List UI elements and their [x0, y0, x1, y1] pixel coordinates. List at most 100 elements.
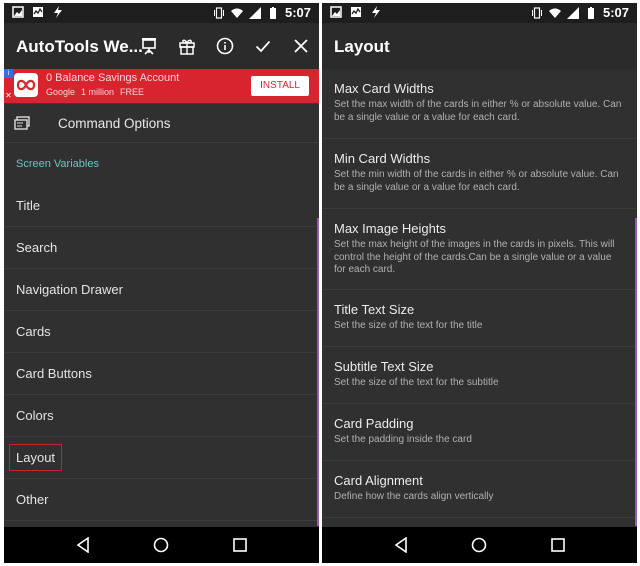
- gift-icon: [179, 39, 195, 55]
- image-notification-icon: [330, 6, 342, 18]
- home-icon: [154, 537, 169, 553]
- recents-button[interactable]: [546, 533, 570, 557]
- item-label: Search: [16, 240, 58, 255]
- item-label: Card Buttons: [16, 366, 92, 381]
- item-other[interactable]: Other: [4, 479, 319, 521]
- status-time: 5:07: [284, 5, 311, 20]
- item-label: Layout: [9, 444, 63, 471]
- ad-banner[interactable]: i ✕ 0 Balance Savings Account Google 1 m…: [4, 69, 319, 103]
- item-title[interactable]: Title: [4, 185, 319, 227]
- info-icon: [216, 37, 234, 55]
- item-label: Cards: [16, 324, 51, 339]
- ad-logo: [14, 73, 38, 97]
- info-button[interactable]: [213, 35, 237, 57]
- scrollbar[interactable]: [635, 218, 637, 526]
- item-colors[interactable]: Colors: [4, 395, 319, 437]
- command-options-row[interactable]: Command Options: [4, 103, 319, 143]
- close-button[interactable]: [289, 35, 313, 57]
- item-label: Other: [16, 492, 49, 507]
- pref-description: Set the min width of the cards in either…: [334, 169, 619, 193]
- ad-publisher: Google: [46, 87, 76, 97]
- pref-description: Set the size of the text for the title: [334, 320, 483, 331]
- item-label: Title: [16, 198, 41, 213]
- pref-min-card-widths[interactable]: Min Card Widths Set the min width of the…: [322, 139, 637, 209]
- nav-bar: [4, 527, 319, 563]
- pref-title: Card Padding: [334, 416, 414, 431]
- pref-max-card-widths[interactable]: Max Card Widths Set the max width of the…: [322, 69, 637, 139]
- item-label: Colors: [16, 408, 54, 423]
- signal-icon: [248, 6, 261, 19]
- ad-title: 0 Balance Savings Account: [46, 72, 180, 84]
- item-label: Navigation Drawer: [16, 282, 123, 297]
- item-navigation-drawer[interactable]: Navigation Drawer: [4, 269, 319, 311]
- check-icon: [255, 40, 271, 53]
- item-search[interactable]: Search: [4, 227, 319, 269]
- recents-button[interactable]: [228, 533, 252, 557]
- pref-title: Card Alignment: [334, 473, 423, 488]
- item-card-buttons[interactable]: Card Buttons: [4, 353, 319, 395]
- screen-title: Layout: [334, 37, 390, 56]
- vibrate-icon: [213, 6, 224, 19]
- lightning-icon: [54, 6, 62, 18]
- status-time: 5:07: [602, 5, 629, 20]
- status-bar: 5:07: [322, 3, 637, 23]
- pref-description: Set the max height of the images in the …: [334, 239, 615, 275]
- section-header: Screen Variables: [16, 158, 99, 170]
- nav-bar: [322, 527, 637, 563]
- wifi-icon: [230, 8, 243, 18]
- left-screen: 5:07 AutoTools We... i ✕ 0 Balance Savin…: [4, 3, 319, 563]
- pref-title: Max Card Widths: [334, 81, 434, 96]
- presentation-icon: [142, 38, 156, 55]
- ad-price: FREE: [120, 87, 145, 97]
- item-layout[interactable]: Layout: [4, 437, 319, 479]
- pref-description: Set the size of the text for the subtitl…: [334, 377, 499, 388]
- wifi-icon: [548, 8, 561, 18]
- pref-description: Set the padding inside the card: [334, 434, 472, 445]
- back-button[interactable]: [389, 533, 413, 557]
- pref-title: Subtitle Text Size: [334, 359, 434, 374]
- battery-icon: [587, 6, 594, 19]
- activity-notification-icon: [351, 7, 361, 17]
- app-title: AutoTools We...: [16, 37, 143, 56]
- pref-description: Define how the cards align vertically: [334, 491, 494, 502]
- back-icon: [394, 537, 407, 553]
- recents-icon: [233, 538, 247, 552]
- home-button[interactable]: [467, 533, 491, 557]
- activity-notification-icon: [33, 7, 43, 17]
- home-button[interactable]: [149, 533, 173, 557]
- app-bar: AutoTools We...: [4, 23, 319, 69]
- home-icon: [472, 537, 487, 553]
- gift-button[interactable]: [175, 35, 199, 57]
- pref-title: Title Text Size: [334, 302, 415, 317]
- signal-icon: [566, 6, 579, 19]
- status-bar: 5:07: [4, 3, 319, 23]
- right-screen: 5:07 Layout Max Card Widths Set the max …: [322, 3, 637, 563]
- image-notification-icon: [12, 6, 24, 18]
- back-icon: [76, 537, 89, 553]
- pref-max-image-heights[interactable]: Max Image Heights Set the max height of …: [322, 209, 637, 290]
- ad-downloads: 1 million: [81, 87, 115, 97]
- ad-close-icon[interactable]: ✕: [4, 91, 13, 101]
- pref-title: Max Image Heights: [334, 221, 446, 236]
- pref-description: Set the max width of the cards in either…: [334, 99, 622, 123]
- scrollbar[interactable]: [317, 218, 319, 526]
- back-button[interactable]: [71, 533, 95, 557]
- pref-card-alignment[interactable]: Card Alignment Define how the cards alig…: [322, 461, 637, 518]
- pref-card-padding[interactable]: Card Padding Set the padding inside the …: [322, 404, 637, 461]
- lightning-icon: [372, 6, 380, 18]
- pref-title: Min Card Widths: [334, 151, 431, 166]
- pref-subtitle-text-size[interactable]: Subtitle Text Size Set the size of the t…: [322, 347, 637, 404]
- command-options-icon: [14, 116, 30, 130]
- item-cards[interactable]: Cards: [4, 311, 319, 353]
- battery-icon: [269, 6, 276, 19]
- ad-info-icon[interactable]: i: [4, 69, 13, 78]
- vibrate-icon: [531, 6, 542, 19]
- recents-icon: [551, 538, 565, 552]
- install-button[interactable]: INSTALL: [251, 76, 309, 96]
- pref-title-text-size[interactable]: Title Text Size Set the size of the text…: [322, 290, 637, 347]
- presentation-button[interactable]: [137, 35, 161, 57]
- app-bar: Layout: [322, 23, 637, 69]
- confirm-button[interactable]: [251, 35, 275, 57]
- command-options-label: Command Options: [58, 115, 171, 131]
- close-icon: [294, 39, 308, 53]
